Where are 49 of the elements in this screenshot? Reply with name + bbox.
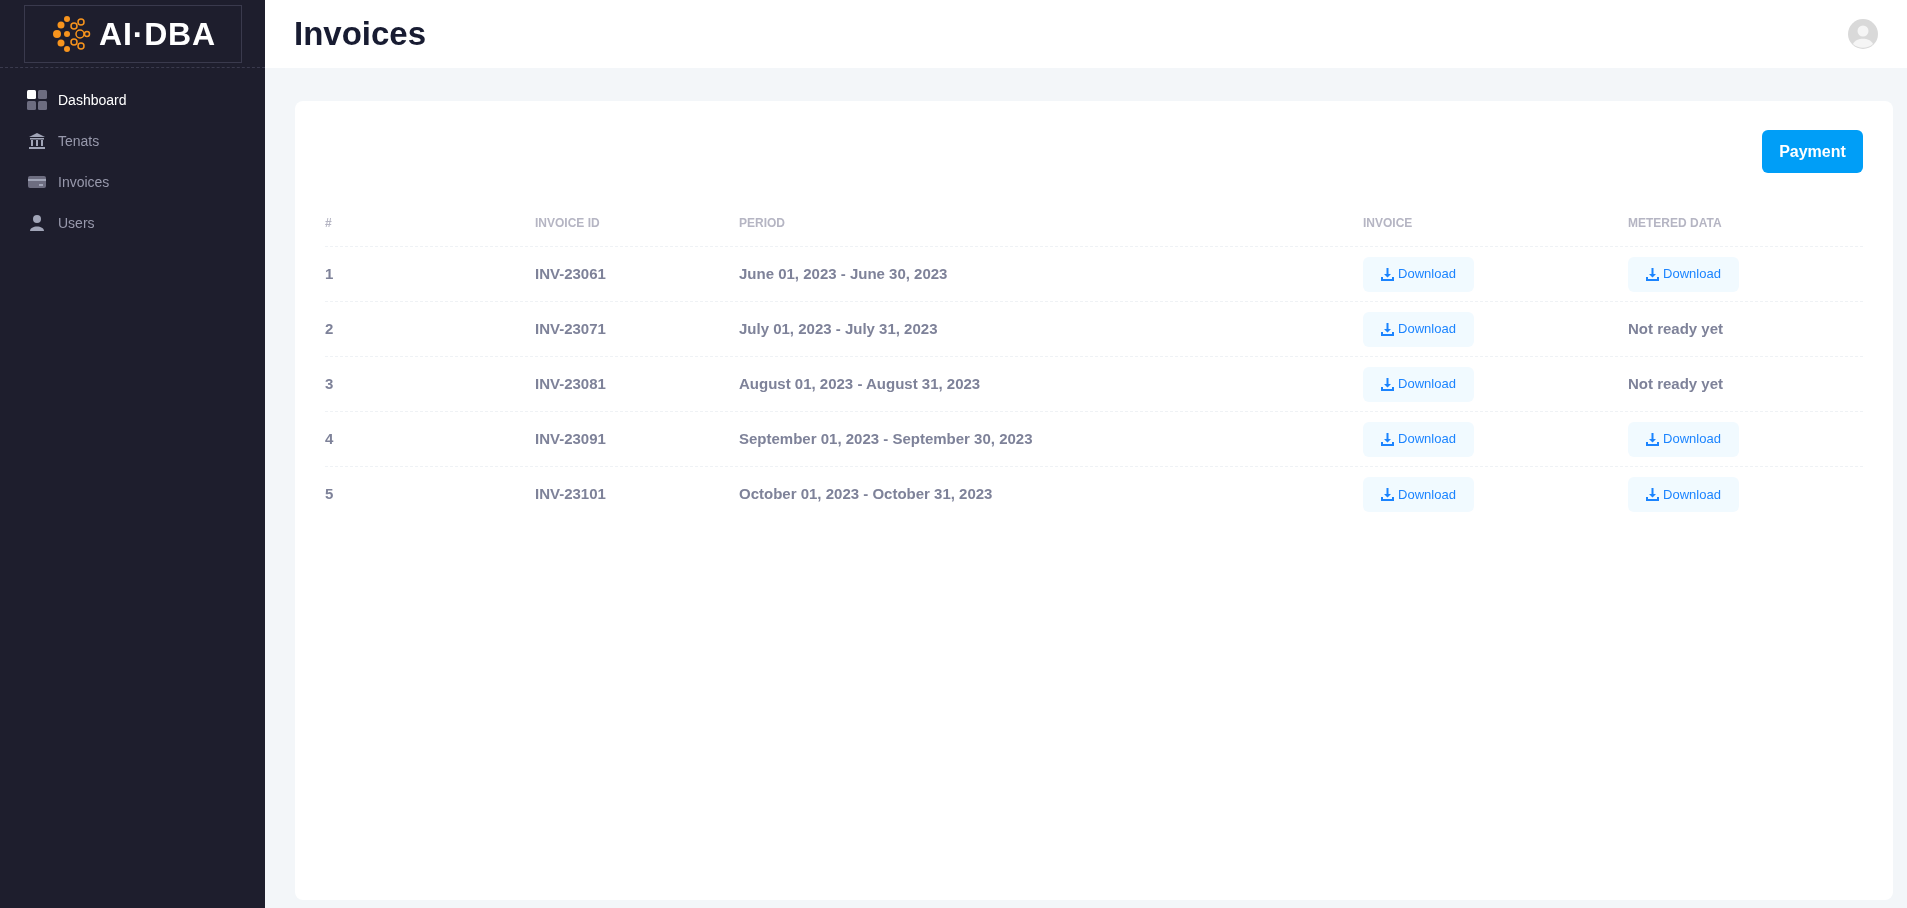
status-text: Not ready yet — [1628, 373, 1724, 394]
download-button[interactable]: Download — [1363, 256, 1474, 292]
download-icon — [1381, 267, 1395, 281]
grid-icon — [27, 90, 47, 110]
bank-icon — [27, 131, 47, 151]
download-icon — [1381, 322, 1395, 336]
download-button[interactable]: Download — [1363, 421, 1474, 457]
row-number: 5 — [325, 484, 334, 505]
row-number: 1 — [325, 263, 334, 284]
period: July 01, 2023 - July 31, 2023 — [739, 318, 938, 339]
user-icon — [27, 213, 47, 233]
period: June 01, 2023 - June 30, 2023 — [739, 263, 948, 284]
column-header: INVOICE — [1363, 214, 1413, 232]
row-number: 3 — [325, 373, 334, 394]
status-text: Not ready yet — [1628, 318, 1724, 339]
invoice-id: INV-23061 — [535, 263, 606, 284]
period: August 01, 2023 - August 31, 2023 — [739, 373, 981, 394]
invoice-id: INV-23101 — [535, 484, 606, 505]
sidebar-item[interactable]: Users — [27, 211, 238, 235]
download-icon — [1646, 488, 1660, 501]
period: October 01, 2023 - October 31, 2023 — [739, 484, 993, 505]
download-icon — [1381, 377, 1395, 391]
download-icon — [1646, 267, 1660, 281]
download-button[interactable]: Download — [1628, 256, 1739, 292]
download-button[interactable]: Download — [1363, 366, 1474, 402]
logo-text: AI·DBA — [99, 14, 216, 54]
sidebar-item[interactable]: Tenats — [27, 129, 238, 153]
download-button[interactable]: Download — [1628, 477, 1739, 512]
sidebar-item[interactable]: Dashboard — [27, 88, 238, 112]
payment-button[interactable]: Payment — [1762, 130, 1863, 173]
download-icon — [1646, 432, 1660, 446]
sidebar-item[interactable]: Invoices — [27, 170, 238, 194]
column-header: # — [325, 214, 332, 232]
column-header: METERED DATA — [1628, 214, 1722, 232]
page-title: Invoices — [294, 14, 427, 55]
column-header: INVOICE ID — [535, 214, 600, 232]
download-icon — [1381, 432, 1395, 446]
download-button[interactable]: Download — [1363, 477, 1474, 512]
row-number: 4 — [325, 428, 334, 449]
invoice-id: INV-23071 — [535, 318, 606, 339]
download-button[interactable]: Download — [1628, 421, 1739, 457]
download-button[interactable]: Download — [1363, 311, 1474, 347]
period: September 01, 2023 - September 30, 2023 — [739, 428, 1033, 449]
download-icon — [1381, 488, 1395, 501]
column-header: PERIOD — [739, 214, 785, 232]
invoice-id: INV-23091 — [535, 428, 606, 449]
row-number: 2 — [325, 318, 334, 339]
avatar-icon[interactable] — [1848, 19, 1878, 49]
invoice-id: INV-23081 — [535, 373, 606, 394]
